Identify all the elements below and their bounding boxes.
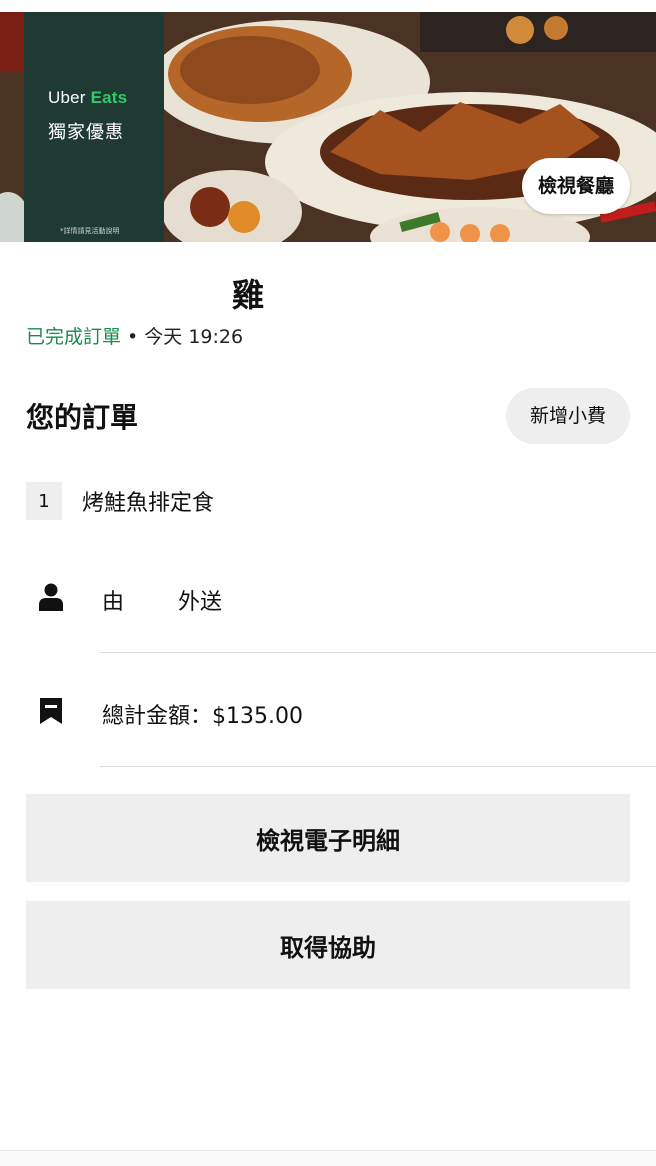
person-icon	[36, 582, 66, 612]
promo-note: *詳情請見活動說明	[60, 227, 120, 235]
section-title-your-order: 您的訂單	[26, 401, 139, 434]
order-total: 總計金額：$135.00	[102, 704, 303, 729]
order-time: • 今天 19:26	[121, 326, 244, 348]
courier-suffix: 外送	[178, 590, 223, 615]
promo-banner[interactable]: Uber Eats 獨家優惠 *詳情請見活動說明 檢視餐廳	[0, 12, 656, 242]
uber-eats-logo: Uber Eats	[48, 88, 128, 107]
bottom-nav-bar[interactable]	[0, 1150, 656, 1166]
order-item-row: 1 烤鮭魚排定食	[26, 482, 214, 520]
order-status-line: 已完成訂單 • 今天 19:26	[26, 322, 243, 349]
divider	[100, 766, 656, 767]
view-receipt-button[interactable]: 檢視電子明細	[26, 794, 630, 882]
restaurant-name: 雞	[232, 276, 265, 314]
promo-title: 獨家優惠	[48, 122, 124, 143]
promo-panel: Uber Eats 獨家優惠 *詳情請見活動說明	[24, 12, 164, 242]
item-quantity: 1	[26, 482, 62, 520]
get-help-button[interactable]: 取得協助	[26, 901, 630, 989]
view-restaurant-button[interactable]: 檢視餐廳	[521, 158, 630, 214]
order-status: 已完成訂單	[26, 326, 122, 348]
add-tip-button[interactable]: 新增小費	[505, 388, 630, 444]
courier-prefix: 由	[102, 590, 125, 615]
receipt-icon	[36, 696, 66, 726]
item-name: 烤鮭魚排定食	[82, 491, 215, 516]
divider	[100, 652, 656, 653]
